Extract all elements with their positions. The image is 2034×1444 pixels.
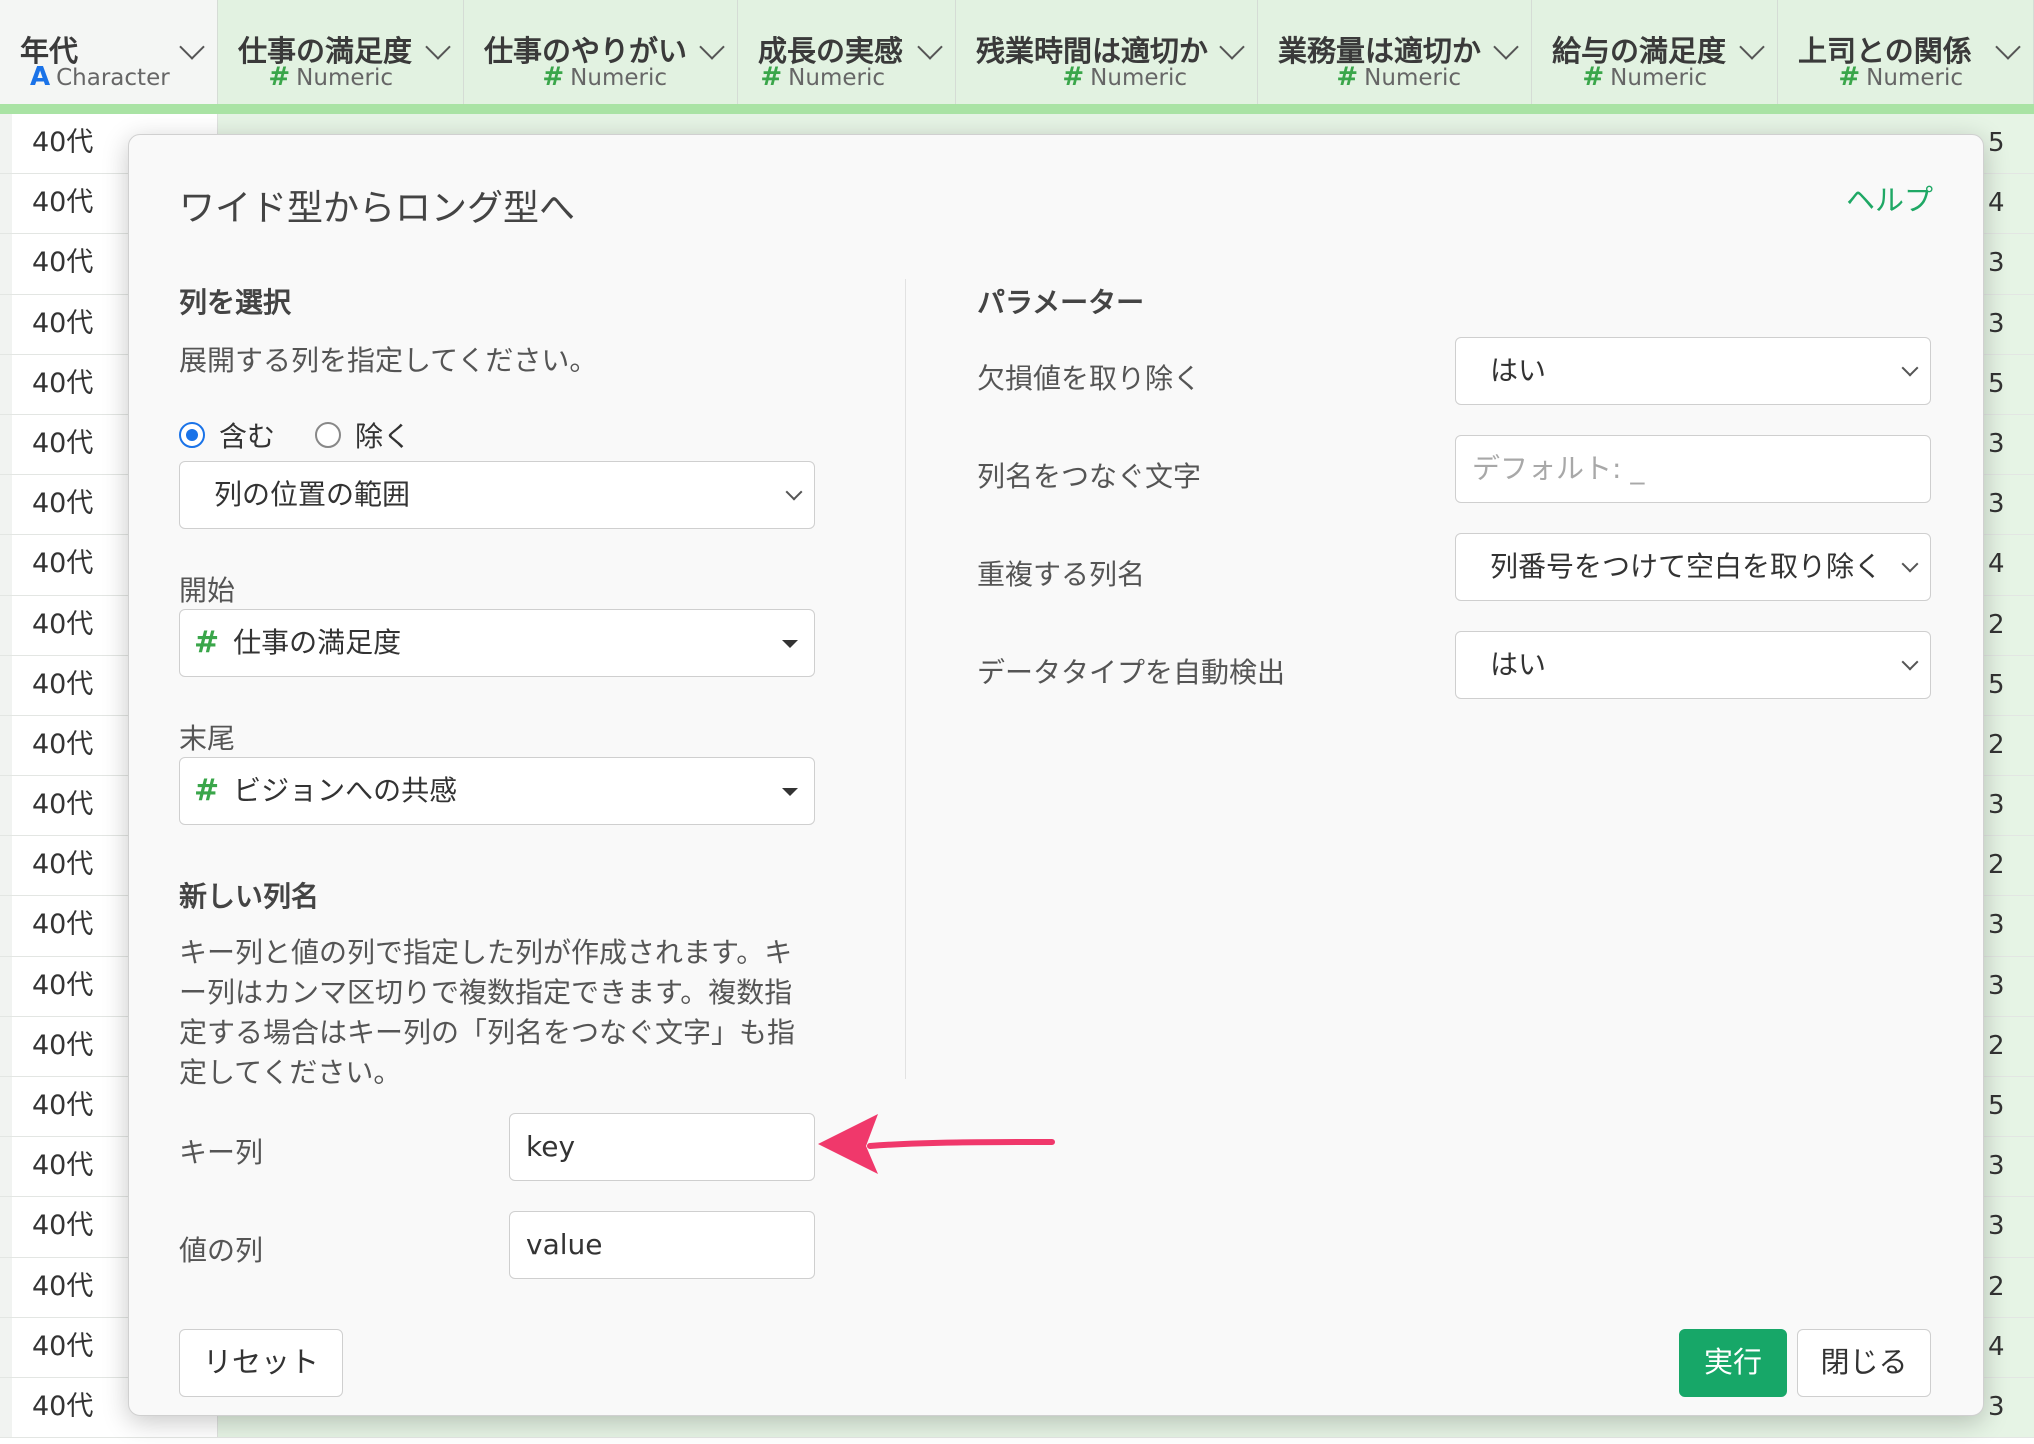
detect-types-select[interactable]: はい xyxy=(1455,631,1931,699)
chevron-down-icon xyxy=(1901,555,1919,573)
table-cell[interactable]: 4 xyxy=(1980,1318,2034,1377)
table-cell[interactable]: 3 xyxy=(1980,896,2034,955)
character-type-icon: A xyxy=(30,62,51,92)
new-column-names-heading: 新しい列名 xyxy=(179,880,320,913)
numeric-type-icon: # xyxy=(1062,62,1085,92)
chevron-down-icon xyxy=(785,483,803,501)
duplicate-names-select[interactable]: 列番号をつけて空白を取り除く xyxy=(1455,533,1931,601)
numeric-type-icon: # xyxy=(194,625,220,660)
table-cell[interactable]: 3 xyxy=(1980,1378,2034,1437)
separator-input[interactable]: デフォルト: _ xyxy=(1455,435,1931,503)
start-label: 開始 xyxy=(179,574,236,607)
section-divider xyxy=(905,279,906,1079)
column-header[interactable]: 業務量は適切か # Numeric xyxy=(1258,0,1532,104)
column-header[interactable]: 給与の満足度 # Numeric xyxy=(1532,0,1778,104)
select-value: はい xyxy=(1490,648,1547,681)
table-cell[interactable]: 4 xyxy=(1980,535,2034,594)
table-cell[interactable]: 3 xyxy=(1980,234,2034,293)
table-cell[interactable]: 3 xyxy=(1980,1197,2034,1256)
column-header-age[interactable]: 年代 A Character xyxy=(0,0,218,104)
radio-checked-icon xyxy=(179,422,205,448)
table-cell[interactable]: 3 xyxy=(1980,776,2034,835)
numeric-type-icon: # xyxy=(268,62,291,92)
column-type: # Numeric xyxy=(1582,62,1707,92)
param-label-duplicate-names: 重複する列名 xyxy=(977,558,1146,591)
column-header[interactable]: 上司との関係 # Numeric xyxy=(1778,0,2034,104)
column-type: # Numeric xyxy=(760,62,885,92)
table-cell[interactable]: 2 xyxy=(1980,716,2034,775)
table-cell[interactable]: 3 xyxy=(1980,295,2034,354)
select-value: 列の位置の範囲 xyxy=(214,478,411,511)
select-value: 仕事の満足度 xyxy=(233,626,402,659)
column-selection-mode-select[interactable]: 列の位置の範囲 xyxy=(179,461,815,529)
value-column-label: 値の列 xyxy=(179,1234,264,1267)
table-cell[interactable]: 2 xyxy=(1980,596,2034,655)
numeric-type-icon: # xyxy=(194,773,220,808)
reset-button[interactable]: リセット xyxy=(179,1329,343,1397)
param-label-separator: 列名をつなぐ文字 xyxy=(977,460,1202,493)
column-type: # Numeric xyxy=(1336,62,1461,92)
end-label: 末尾 xyxy=(179,722,236,755)
include-radio-label: 含む xyxy=(219,420,276,453)
numeric-type-icon: # xyxy=(1336,62,1359,92)
exclude-radio[interactable]: 除く xyxy=(315,415,411,455)
table-cell[interactable]: 3 xyxy=(1980,1137,2034,1196)
run-button[interactable]: 実行 xyxy=(1679,1329,1787,1397)
table-cell[interactable]: 3 xyxy=(1980,415,2034,474)
select-columns-description: 展開する列を指定してください。 xyxy=(179,344,598,377)
column-header[interactable]: 仕事のやりがい # Numeric xyxy=(464,0,738,104)
caret-down-icon xyxy=(782,640,798,648)
column-type: A Character xyxy=(30,62,170,92)
parameters-heading: パラメーター xyxy=(977,286,1145,319)
column-header[interactable]: 成長の実感 # Numeric xyxy=(738,0,956,104)
start-column-select[interactable]: # 仕事の満足度 xyxy=(179,609,815,677)
select-value: 列番号をつけて空白を取り除く xyxy=(1490,550,1883,583)
table-cell[interactable]: 2 xyxy=(1980,1017,2034,1076)
include-radio[interactable]: 含む xyxy=(179,415,275,455)
header-quality-bar xyxy=(0,104,2034,114)
exclude-radio-label: 除く xyxy=(355,420,412,453)
table-cell[interactable]: 3 xyxy=(1980,957,2034,1016)
new-column-names-description: キー列と値の列で指定した列が作成されます。キ ー列はカンマ区切りで複数指定できま… xyxy=(179,936,796,1089)
key-column-input[interactable]: key xyxy=(509,1113,815,1181)
param-label-remove-na: 欠損値を取り除く xyxy=(977,362,1202,395)
dialog-title: ワイド型からロング型へ xyxy=(179,188,576,229)
table-cell[interactable]: 5 xyxy=(1980,114,2034,173)
table-cell[interactable]: 5 xyxy=(1980,355,2034,414)
column-type: # Numeric xyxy=(268,62,393,92)
select-value: ビジョンへの共感 xyxy=(233,774,458,807)
grid-header: 年代 A Character 仕事の満足度 # Numeric 仕事のやりがい # N… xyxy=(0,0,2034,104)
radio-unchecked-icon xyxy=(315,422,341,448)
numeric-type-icon: # xyxy=(1838,62,1861,92)
close-button[interactable]: 閉じる xyxy=(1797,1329,1931,1397)
table-cell[interactable]: 3 xyxy=(1980,475,2034,534)
column-type: # Numeric xyxy=(1838,62,1963,92)
table-cell[interactable]: 5 xyxy=(1980,1077,2034,1136)
numeric-type-icon: # xyxy=(1582,62,1605,92)
column-header[interactable]: 残業時間は適切か # Numeric xyxy=(956,0,1258,104)
help-link[interactable]: ヘルプ xyxy=(1846,177,1933,219)
remove-na-select[interactable]: はい xyxy=(1455,337,1931,405)
numeric-type-icon: # xyxy=(542,62,565,92)
caret-down-icon xyxy=(782,788,798,796)
table-cell[interactable]: 2 xyxy=(1980,1258,2034,1317)
chevron-down-icon xyxy=(1901,359,1919,377)
chevron-down-icon xyxy=(1901,653,1919,671)
table-cell[interactable]: 5 xyxy=(1980,656,2034,715)
select-value: はい xyxy=(1490,354,1547,387)
column-type: # Numeric xyxy=(542,62,667,92)
value-column-input[interactable]: value xyxy=(509,1211,815,1279)
select-columns-heading: 列を選択 xyxy=(179,286,292,319)
table-cell[interactable]: 4 xyxy=(1980,174,2034,233)
param-label-detect-types: データタイプを自動検出 xyxy=(977,656,1286,689)
end-column-select[interactable]: # ビジョンへの共感 xyxy=(179,757,815,825)
wide-to-long-dialog: ワイド型からロング型へ ヘルプ 列を選択 展開する列を指定してください。 含む … xyxy=(128,134,1984,1416)
column-header[interactable]: 仕事の満足度 # Numeric xyxy=(218,0,464,104)
column-type: # Numeric xyxy=(1062,62,1187,92)
table-cell[interactable]: 2 xyxy=(1980,836,2034,895)
numeric-type-icon: # xyxy=(760,62,783,92)
key-column-label: キー列 xyxy=(179,1136,264,1169)
